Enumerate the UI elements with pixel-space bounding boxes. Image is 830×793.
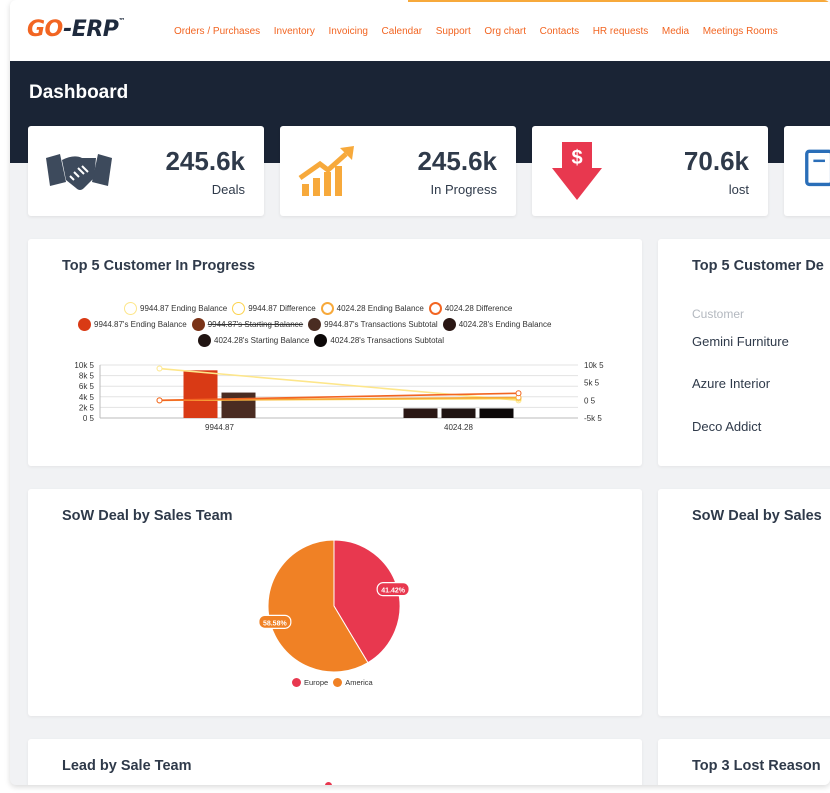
legend-item[interactable]: 9944.87's Ending Balance [78,318,187,331]
legend-item[interactable]: 9944.87 Difference [232,302,316,315]
pie-legend: Europe America [292,678,378,687]
y-tick-label: 4k 5 [79,393,95,402]
legend-item[interactable]: 9944.87's Transactions Subtotal [308,318,438,331]
y-tick-label: 6k 5 [79,382,95,391]
line-point [156,365,163,372]
card-title: Top 3 Lost Reason [692,758,821,774]
y2-tick-label: 0 5 [584,396,596,405]
top-navbar: GO-ERP™ Orders / Purchases Inventory Inv… [10,0,830,61]
bar-1 [183,370,218,418]
y2-tick-label: -5k 5 [584,414,602,423]
bar-5 [479,408,514,418]
stat-value: 245.6k [165,146,245,176]
pie-value-label: 58.58% [263,620,288,627]
legend-item[interactable]: 4024.28's Starting Balance [198,334,309,347]
pie-top-edge [325,782,332,785]
x-tick-label: 4024.28 [444,423,473,432]
legend-item[interactable]: 9944.87 Ending Balance [124,302,227,315]
stat-label: Deals [211,182,245,197]
legend-item-europe[interactable]: Europe [292,678,328,687]
dollar-down-arrow-icon: $ [552,142,602,200]
y-tick-label: 2k 5 [79,403,95,412]
y-tick-label: 8k 5 [79,372,95,381]
card-sow-deal: SoW Deal by Sales Team 41.42% 58.58% Euro… [28,489,642,716]
legend-item[interactable]: 4024.28 Difference [428,302,512,315]
card-title: Top 5 Customer In Progress [62,258,256,274]
legend-item[interactable]: 9944.87's Starting Balance [191,318,303,331]
svg-text:$: $ [571,147,582,169]
nav-accent-line [408,0,830,2]
brand-logo[interactable]: GO-ERP™ [27,17,125,42]
stat-label: In Progress [430,182,497,197]
card-title: Lead by Sale Team [62,758,192,774]
nav-support[interactable]: Support [436,26,471,37]
chart-legend-row-2: 9944.87's Ending Balance 9944.87's Start… [78,318,556,331]
card-top3-lost-reason: Top 3 Lost Reason [658,739,830,785]
handshake-icon [46,154,112,190]
nav-media[interactable]: Media [662,26,689,37]
nav-contacts[interactable]: Contacts [540,26,579,37]
legend-item[interactable]: 4024.28 Ending Balance [320,302,424,315]
y-tick-label: 0 5 [83,414,95,423]
x-tick-label: 9944.87 [205,423,234,432]
stat-card-deals[interactable]: 245.6k Deals [28,126,264,216]
table-row[interactable]: Azure Interior [692,376,770,391]
card-top5-deals: Top 5 Customer De Customer Gemini Furnit… [658,239,830,466]
legend-item[interactable]: 4024.28's Transactions Subtotal [314,334,444,347]
nav-meetings-rooms[interactable]: Meetings Rooms [703,26,778,37]
stat-card-documents[interactable] [784,126,830,216]
bar-3 [403,408,438,418]
combo-bar-line-chart: 10k 5 8k 56k 5 4k 52k 5 0 5 10k 5 5k 5 0 5 -5k … [74,361,604,432]
legend-item[interactable]: 4024.28's Ending Balance [442,318,551,331]
y2-tick-label: 10k 5 [584,361,604,370]
pie-value-label: 41.42% [381,588,406,595]
card-sow-deal-right: SoW Deal by Sales [658,489,830,716]
stat-label: lost [728,182,749,197]
table-row[interactable]: Gemini Furniture [692,334,789,349]
app-frame: GO-ERP™ Orders / Purchases Inventory Inv… [10,0,830,785]
nav-inventory[interactable]: Inventory [274,26,315,37]
card-lead-by-sale-team: Lead by Sale Team [28,739,642,785]
line-point [156,397,163,404]
y2-tick-label: 5k 5 [584,379,600,388]
y-tick-label: 10k 5 [74,361,94,370]
nav-calendar[interactable]: Calendar [382,26,423,37]
nav-hr-requests[interactable]: HR requests [593,26,649,37]
bar-4 [441,408,476,418]
nav-orders-purchases[interactable]: Orders / Purchases [174,26,260,37]
page-title: Dashboard [29,82,129,103]
card-top5-in-progress: Top 5 Customer In Progress 9944.87 Endin… [28,239,642,466]
card-title: SoW Deal by Sales [692,508,822,524]
nav-invoicing[interactable]: Invoicing [328,26,367,37]
chart-legend-row-3: 4024.28's Starting Balance 4024.28's Tra… [198,334,449,347]
stat-card-lost[interactable]: $ 70.6k lost [532,126,768,216]
nav-org-chart[interactable]: Org chart [484,26,526,37]
growth-chart-icon [298,146,354,196]
document-icon [805,149,830,187]
table-row[interactable]: Deco Addict [692,419,761,434]
legend-item-america[interactable]: America [333,678,373,687]
bar-2 [221,392,256,418]
stat-value: 245.6k [417,146,497,176]
stat-card-in-progress[interactable]: 245.6k In Progress [280,126,516,216]
customer-column-header[interactable]: Customer [692,307,744,321]
stat-value: 70.6k [683,146,749,176]
chart-legend-row-1: 9944.87 Ending Balance 9944.87 Differenc… [124,302,517,315]
main-menu: Orders / Purchases Inventory Invoicing C… [174,26,791,37]
line-point [515,390,522,397]
card-title: Top 5 Customer De [692,258,824,274]
